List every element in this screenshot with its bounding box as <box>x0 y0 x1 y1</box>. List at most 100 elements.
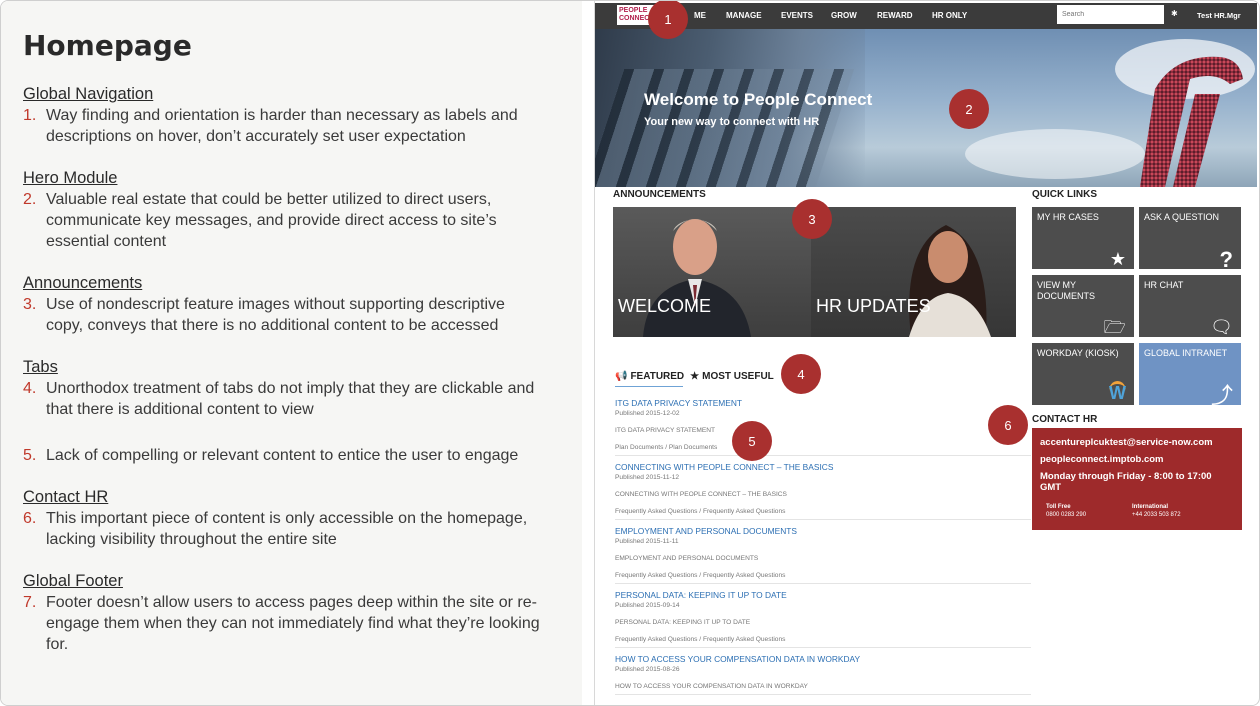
quick-link-my-hr-cases[interactable]: MY HR CASES ★ <box>1032 207 1134 269</box>
item-number: 3. <box>23 296 37 313</box>
announcement-hr-updates[interactable]: HR UPDATES <box>811 207 1016 337</box>
quick-link-ask-a-question[interactable]: ASK A QUESTION ? <box>1139 207 1241 269</box>
tile-label: VIEW MY DOCUMENTS <box>1037 280 1095 301</box>
feed-item-date: Published 2015-12-02 <box>615 410 680 417</box>
feed-item-category[interactable]: Frequently Asked Questions / Frequently … <box>615 507 1031 516</box>
hero-cloud <box>965 129 1145 179</box>
feed-item-link[interactable]: EMPLOYMENT AND PERSONAL DOCUMENTS <box>615 525 1031 537</box>
tab-most-useful[interactable]: ★ MOST USEFUL <box>690 371 774 382</box>
section-announcements: Announcements 3. Use of nondescript featu… <box>23 273 543 336</box>
feed-item-category[interactable]: Frequently Asked Questions / Frequently … <box>615 571 1031 580</box>
list-item: 7. Footer doesn’t allow users to access p… <box>23 592 543 655</box>
contact-phones: Toll Free 0800 0283 290 International +4… <box>1046 503 1218 519</box>
hero-logo-graphic <box>1140 56 1243 187</box>
annotation-marker-6: 6 <box>988 405 1028 445</box>
annotation-marker-3: 3 <box>792 199 832 239</box>
feed-item-description: PERSONAL DATA: KEEPING IT UP TO DATE <box>615 619 751 626</box>
quick-link-hr-chat[interactable]: HR CHAT 🗨 <box>1139 275 1241 337</box>
section-heading: Global Footer <box>23 572 123 590</box>
quick-link-global-intranet[interactable]: GLOBAL INTRANET ⤴ <box>1139 343 1241 405</box>
person-image <box>909 225 991 337</box>
section-tabs: Tabs 4. Unorthodox treatment of tabs do n… <box>23 357 543 466</box>
item-number: 4. <box>23 380 37 397</box>
section-heading: Tabs <box>23 358 58 376</box>
feed-item-date: Published 2015-11-11 <box>615 538 679 545</box>
announcement-label: WELCOME <box>618 296 712 316</box>
tab-label: MOST USEFUL <box>702 370 774 382</box>
feed-item-category[interactable]: Plan Documents / Plan Documents <box>615 443 1031 452</box>
item-text: Way finding and orientation is harder th… <box>46 107 518 145</box>
section-hero-module: Hero Module 2. Valuable real estate that … <box>23 168 543 252</box>
list-item: ITG DATA PRIVACY STATEMENT Published 201… <box>615 397 1031 456</box>
hero-module: Welcome to People Connect Your new way t… <box>595 29 1257 187</box>
website-screenshot: PEOPLE CONNECT ME MANAGE EVENTS GROW REW… <box>595 3 1257 705</box>
feed-item-link[interactable]: HOW TO ACCESS YOUR COMPENSATION DATA IN … <box>615 653 1031 665</box>
search-input[interactable] <box>1057 5 1164 24</box>
list-item: 2. Valuable real estate that could be bet… <box>23 189 543 252</box>
list-item: 1. Way finding and orientation is harder … <box>23 105 543 147</box>
nav-item-events[interactable]: EVENTS <box>781 11 813 20</box>
list-item: 5. Lack of compelling or relevant content… <box>23 445 543 466</box>
contact-hours: Monday through Friday - 8:00 to 17:00 GM… <box>1040 471 1212 493</box>
megaphone-icon: 📢 <box>615 370 628 382</box>
item-number: 5. <box>23 447 37 464</box>
feed-item-link[interactable]: CONNECTING WITH PEOPLE CONNECT – THE BAS… <box>615 461 1031 473</box>
page-title: Homepage <box>23 29 192 62</box>
annotation-panel: Homepage Global Navigation 1. Way finding… <box>1 1 582 705</box>
quick-link-workday-kiosk[interactable]: WORKDAY (KIOSK) W <box>1032 343 1134 405</box>
nav-item-reward[interactable]: REWARD <box>877 11 913 20</box>
feed-item-description: HOW TO ACCESS YOUR COMPENSATION DATA IN … <box>615 683 808 690</box>
item-text: Use of nondescript feature images withou… <box>46 296 505 334</box>
announcements-heading: ANNOUNCEMENTS <box>613 189 706 200</box>
hero-subtitle: Your new way to connect with HR <box>644 116 820 128</box>
toll-free-phone: Toll Free 0800 0283 290 <box>1046 503 1132 519</box>
feed-item-date: Published 2015-09-14 <box>615 602 680 609</box>
annotation-marker-2: 2 <box>949 89 989 129</box>
settings-icon[interactable]: ✱ <box>1171 9 1178 18</box>
phone-label: Toll Free <box>1046 504 1071 510</box>
item-text: Lack of compelling or relevant content t… <box>46 447 519 464</box>
feed-item-link[interactable]: ITG DATA PRIVACY STATEMENT <box>615 397 1031 409</box>
section-global-navigation: Global Navigation 1. Way finding and orie… <box>23 84 543 147</box>
tile-label: WORKDAY (KIOSK) <box>1037 348 1119 358</box>
list-item: EMPLOYMENT AND PERSONAL DOCUMENTS Publis… <box>615 525 1031 584</box>
hero-title: Welcome to People Connect <box>644 90 873 109</box>
section-global-footer: Global Footer 7. Footer doesn’t allow use… <box>23 571 543 655</box>
featured-feed: ITG DATA PRIVACY STATEMENT Published 201… <box>615 397 1031 700</box>
tile-label: MY HR CASES <box>1037 212 1099 222</box>
nav-item-hr-only[interactable]: HR ONLY <box>932 11 967 20</box>
quick-link-view-my-documents[interactable]: VIEW MY DOCUMENTS 🗁 <box>1032 275 1134 337</box>
feed-item-link[interactable]: PERSONAL DATA: KEEPING IT UP TO DATE <box>615 589 1031 601</box>
question-icon: ? <box>1219 247 1233 270</box>
contact-hr-heading: CONTACT HR <box>1032 414 1098 425</box>
item-text: Valuable real estate that could be bette… <box>46 191 497 250</box>
feed-item-date: Published 2015-11-12 <box>615 474 680 481</box>
item-number: 7. <box>23 594 37 611</box>
item-number: 6. <box>23 510 37 527</box>
feed-item-category[interactable]: Frequently Asked Questions / Frequently … <box>615 635 1031 644</box>
item-number: 1. <box>23 107 37 124</box>
announcement-welcome[interactable]: WELCOME <box>613 207 811 337</box>
nav-item-grow[interactable]: GROW <box>831 11 857 20</box>
phone-number[interactable]: +44 2033 503 872 <box>1132 512 1181 518</box>
annotation-marker-4: 4 <box>781 354 821 394</box>
phone-label: International <box>1132 504 1169 510</box>
tile-label: GLOBAL INTRANET <box>1144 348 1228 358</box>
quick-links-heading: QUICK LINKS <box>1032 189 1097 200</box>
section-heading: Contact HR <box>23 488 109 506</box>
item-text: This important piece of content is only … <box>46 510 528 548</box>
user-menu[interactable]: Test HR.Mgr <box>1197 11 1241 20</box>
contact-website[interactable]: peopleconnect.imptob.com <box>1040 453 1234 467</box>
section-heading: Global Navigation <box>23 85 154 103</box>
item-text: Unorthodox treatment of tabs do not impl… <box>46 380 535 418</box>
annotation-marker-1: 1 <box>648 1 688 39</box>
list-item: CONNECTING WITH PEOPLE CONNECT – THE BAS… <box>615 461 1031 520</box>
nav-item-me[interactable]: ME <box>694 11 706 20</box>
feed-item-date: Published 2015-08-26 <box>615 666 680 673</box>
contact-email[interactable]: accentureplcuktest@service-now.com <box>1040 436 1234 450</box>
list-item: PERSONAL DATA: KEEPING IT UP TO DATE Pub… <box>615 589 1031 648</box>
tab-featured[interactable]: 📢 FEATURED <box>615 371 684 382</box>
phone-number[interactable]: 0800 0283 290 <box>1046 512 1086 518</box>
person-image <box>643 219 751 337</box>
nav-item-manage[interactable]: MANAGE <box>726 11 762 20</box>
